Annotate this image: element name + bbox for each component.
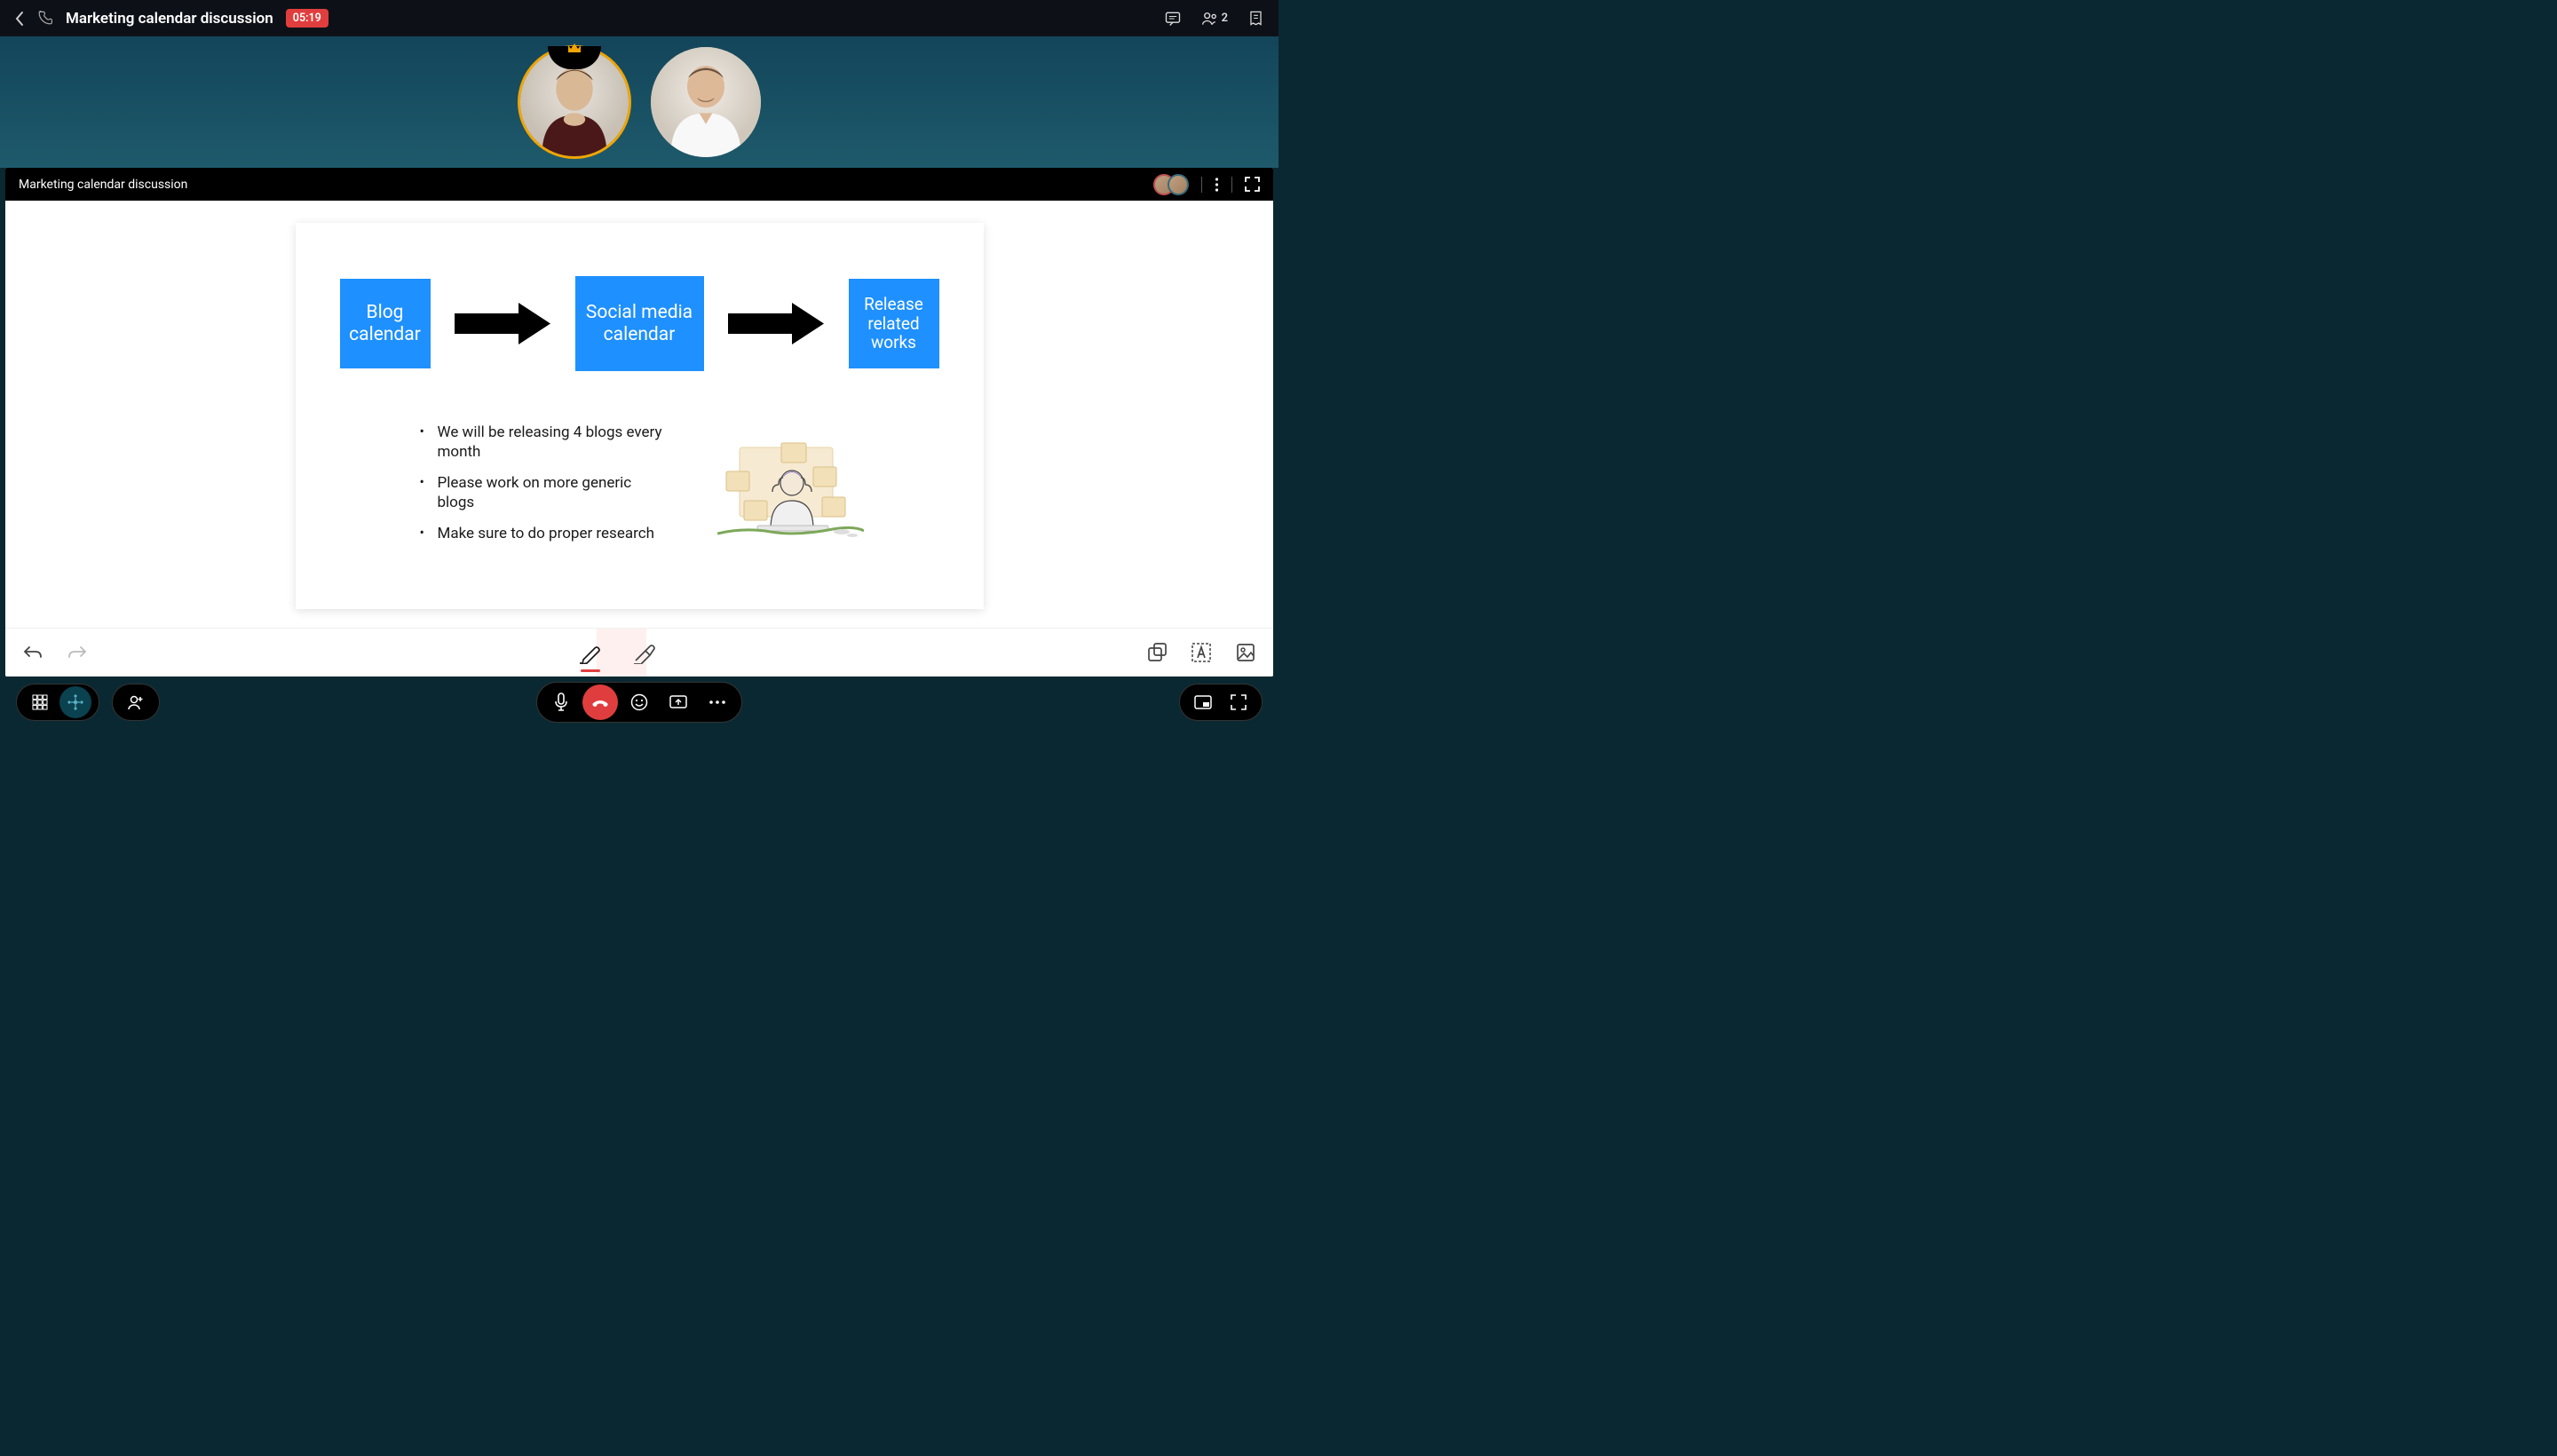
process-box-1: Blog calendar xyxy=(340,279,431,368)
participants-button[interactable]: 2 xyxy=(1201,10,1228,28)
back-button[interactable] xyxy=(14,11,24,27)
undo-button[interactable] xyxy=(23,645,43,661)
process-box-3: Release related works xyxy=(849,279,939,368)
arrow-2 xyxy=(728,303,824,344)
call-timer: 05:19 xyxy=(286,9,329,28)
share-header: Marketing calendar discussion xyxy=(5,168,1273,201)
bullet-3: Make sure to do proper research xyxy=(420,524,669,543)
slide-viewport: Blog calendar Social media calendar Rele… xyxy=(5,201,1273,628)
header-right: 2 xyxy=(1164,10,1264,28)
highlighter-tool[interactable] xyxy=(632,641,656,664)
process-row: Blog calendar Social media calendar Rele… xyxy=(340,276,939,371)
mini-avatar-2 xyxy=(1168,174,1189,195)
fullscreen-button[interactable] xyxy=(1223,686,1255,718)
redo-button[interactable] xyxy=(67,645,87,661)
more-button[interactable] xyxy=(700,684,735,720)
pen-tool[interactable] xyxy=(579,641,602,664)
video-area xyxy=(0,36,1278,168)
bullets: We will be releasing 4 blogs every month… xyxy=(420,423,669,555)
more-vertical-icon[interactable] xyxy=(1215,177,1219,193)
slide: Blog calendar Social media calendar Rele… xyxy=(296,223,984,609)
share-screen-button[interactable] xyxy=(661,684,696,720)
host-avatar[interactable] xyxy=(518,45,631,159)
view-controls xyxy=(16,684,99,721)
bullet-1: We will be releasing 4 blogs every month xyxy=(420,423,669,462)
header-left: Marketing calendar discussion 05:19 xyxy=(14,9,329,28)
add-person-pill xyxy=(112,684,160,721)
share-header-right xyxy=(1153,174,1260,195)
grid-view-button[interactable] xyxy=(24,686,56,718)
mic-button[interactable] xyxy=(543,684,579,720)
separator xyxy=(1231,177,1232,193)
share-title: Marketing calendar discussion xyxy=(19,178,187,192)
guest-avatar[interactable] xyxy=(651,47,761,157)
bullet-2: Please work on more generic blogs xyxy=(420,473,669,512)
whiteboard-toolbar xyxy=(5,628,1273,677)
image-tool[interactable] xyxy=(1236,643,1255,662)
network-view-button[interactable] xyxy=(59,686,91,718)
add-person-button[interactable] xyxy=(120,686,152,718)
hangup-button[interactable] xyxy=(582,684,618,720)
crown-icon xyxy=(567,43,582,58)
separator xyxy=(1201,177,1202,193)
wb-right xyxy=(1147,643,1255,662)
phone-icon xyxy=(36,10,53,27)
expand-icon[interactable] xyxy=(1245,177,1260,192)
viewer-avatars[interactable] xyxy=(1153,174,1189,195)
bottom-bar xyxy=(0,677,1278,728)
shapes-tool[interactable] xyxy=(1147,643,1167,662)
pip-button[interactable] xyxy=(1187,686,1219,718)
slide-illustration xyxy=(717,440,864,542)
call-title: Marketing calendar discussion xyxy=(66,10,273,28)
arrow-1 xyxy=(455,303,550,344)
reactions-button[interactable] xyxy=(621,684,657,720)
wb-left xyxy=(23,645,87,661)
text-tool[interactable] xyxy=(1191,643,1211,662)
chat-icon[interactable] xyxy=(1164,10,1182,28)
notes-icon[interactable] xyxy=(1247,10,1264,27)
display-controls xyxy=(1179,684,1263,721)
bottom-left xyxy=(16,684,160,721)
avatar-person-2 xyxy=(651,47,761,157)
share-area: Marketing calendar discussion Blog calen… xyxy=(5,168,1273,677)
header-bar: Marketing calendar discussion 05:19 2 xyxy=(0,0,1278,36)
center-controls xyxy=(536,682,742,723)
bottom-right xyxy=(1179,684,1263,721)
process-box-2: Social media calendar xyxy=(575,276,704,371)
participant-count: 2 xyxy=(1222,12,1228,25)
